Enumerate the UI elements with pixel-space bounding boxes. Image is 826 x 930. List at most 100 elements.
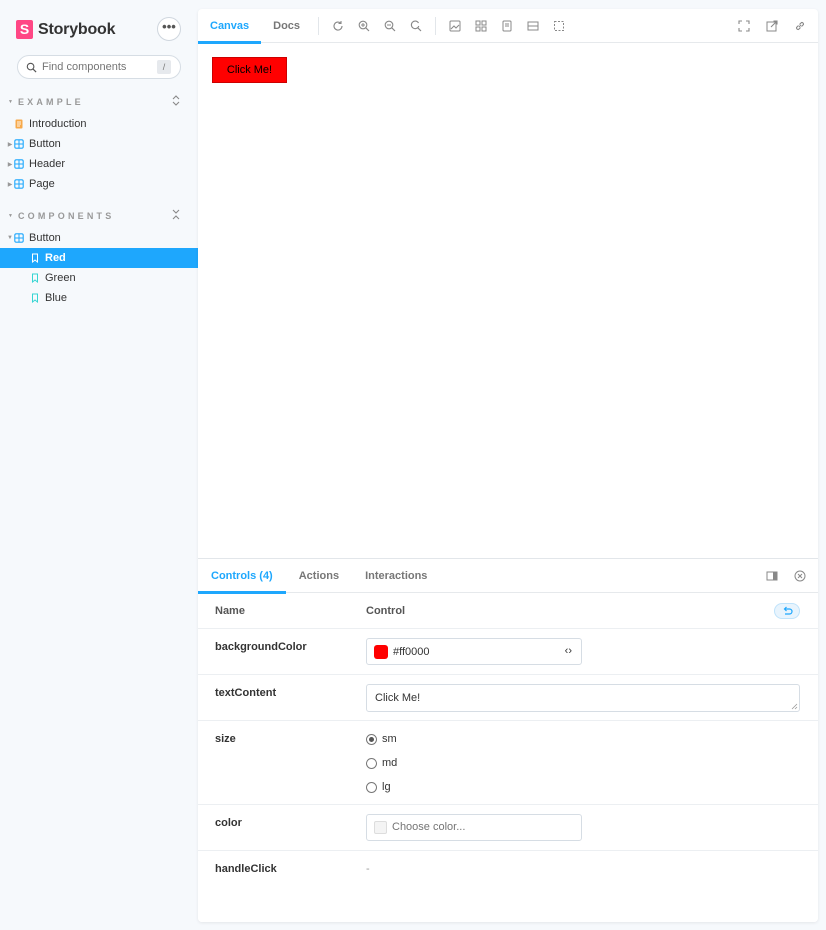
- menu-button[interactable]: •••: [157, 17, 181, 41]
- sidebar-item-blue[interactable]: Blue: [0, 288, 198, 308]
- tab-actions[interactable]: Actions: [286, 559, 352, 593]
- textarea-value: Click Me!: [375, 692, 421, 704]
- control-row-color: color: [198, 805, 818, 851]
- open-new-tab-icon[interactable]: [766, 20, 778, 32]
- toolbar: Canvas Docs: [198, 9, 818, 44]
- search-shortcut-badge: /: [157, 60, 171, 74]
- zoom-reset-icon[interactable]: [410, 20, 422, 32]
- color-value: #ff0000: [393, 646, 430, 658]
- tab-docs[interactable]: Docs: [261, 9, 312, 43]
- sidebar: S Storybook ••• / ▼ EXAMPLE Introduction…: [0, 0, 198, 930]
- sidebar-item-header[interactable]: ▶ Header: [0, 154, 198, 174]
- color-format-toggle-icon[interactable]: ‹›: [565, 645, 572, 657]
- control-row-background-color: backgroundColor #ff0000 ‹›: [198, 629, 818, 675]
- control-row-text-content: textContent Click Me!: [198, 675, 818, 721]
- sidebar-item-label: Button: [29, 138, 61, 150]
- column-header-name: Name: [215, 605, 245, 617]
- sidebar-item-green[interactable]: Green: [0, 268, 198, 288]
- viewport-icon[interactable]: [501, 20, 513, 32]
- color-picker-input[interactable]: [366, 814, 582, 841]
- close-icon[interactable]: [794, 570, 806, 582]
- control-name: backgroundColor: [215, 641, 307, 653]
- text-content-textarea[interactable]: Click Me!: [366, 684, 800, 712]
- empty-color-swatch[interactable]: [374, 821, 387, 834]
- search-box[interactable]: /: [17, 55, 181, 79]
- brand[interactable]: S Storybook: [16, 20, 116, 39]
- radio-button[interactable]: [366, 757, 377, 769]
- radio-size-lg[interactable]: lg: [366, 781, 391, 793]
- tab-controls[interactable]: Controls (4): [198, 559, 286, 594]
- storybook-logo-icon: S: [16, 20, 33, 39]
- control-row-size: size sm md lg: [198, 721, 818, 805]
- outline-icon[interactable]: [553, 20, 565, 32]
- sidebar-item-button[interactable]: ▶ Button: [0, 134, 198, 154]
- copy-link-icon[interactable]: [794, 20, 806, 32]
- zoom-out-icon[interactable]: [384, 20, 396, 32]
- sidebar-item-introduction[interactable]: Introduction: [0, 114, 198, 134]
- control-name: color: [215, 817, 242, 829]
- toolbar-right: [722, 20, 806, 32]
- sidebar-item-label: Blue: [45, 292, 68, 304]
- chevron-right-icon: ▶: [7, 141, 13, 148]
- section-title: EXAMPLE: [17, 97, 84, 107]
- zoom-in-icon[interactable]: [358, 20, 370, 32]
- color-text-input[interactable]: [392, 821, 572, 833]
- preview-click-me-button[interactable]: Click Me!: [212, 57, 287, 83]
- panel-tools: [750, 570, 806, 582]
- radio-button[interactable]: [366, 733, 377, 745]
- reset-controls-button[interactable]: [774, 603, 800, 619]
- sidebar-item-label: Header: [29, 158, 66, 170]
- panel-orientation-icon[interactable]: [766, 570, 778, 582]
- radio-size-md[interactable]: md: [366, 757, 397, 769]
- radio-button[interactable]: [366, 781, 377, 793]
- resize-handle-icon[interactable]: [791, 703, 798, 710]
- panel-tabs: Controls (4) Actions Interactions: [198, 559, 818, 594]
- color-swatch[interactable]: [374, 645, 388, 659]
- bookmark-icon: [32, 253, 38, 263]
- chevron-down-icon: ▼: [8, 99, 13, 105]
- grid-icon[interactable]: [475, 20, 487, 32]
- sidebar-item-label: Introduction: [29, 118, 87, 130]
- sidebar-item-label: Green: [45, 272, 76, 284]
- chevron-right-icon: ▶: [7, 161, 13, 168]
- search-input[interactable]: [42, 61, 152, 73]
- sidebar-item-label: Button: [29, 232, 61, 244]
- control-name: textContent: [215, 687, 277, 699]
- collapse-all-icon[interactable]: [172, 209, 180, 220]
- radio-size-sm[interactable]: sm: [366, 733, 397, 745]
- addon-panel: Controls (4) Actions Interactions Name C…: [198, 558, 818, 922]
- section-header-components[interactable]: ▼ COMPONENTS: [8, 209, 180, 223]
- tab-interactions[interactable]: Interactions: [352, 559, 440, 593]
- sidebar-item-red[interactable]: Red: [0, 248, 198, 268]
- main-panel: Canvas Docs Click Me! Controls (4) Actio…: [198, 9, 818, 922]
- component-icon: [14, 159, 24, 169]
- control-name: handleClick: [215, 863, 277, 875]
- sidebar-item-label: Page: [29, 178, 55, 190]
- chevron-down-icon: ▼: [8, 213, 13, 219]
- toolbar-divider: [318, 16, 320, 35]
- radio-label: sm: [382, 733, 397, 745]
- control-empty-value: -: [366, 863, 370, 875]
- undo-icon: [783, 606, 793, 615]
- background-color-input[interactable]: #ff0000 ‹›: [366, 638, 582, 665]
- sidebar-item-components-button[interactable]: ▼ Button: [0, 228, 198, 248]
- tab-canvas[interactable]: Canvas: [198, 9, 262, 44]
- sidebar-item-page[interactable]: ▶ Page: [0, 174, 198, 194]
- component-icon: [14, 179, 24, 189]
- radio-label: lg: [382, 781, 391, 793]
- measure-icon[interactable]: [527, 20, 539, 32]
- expand-all-icon[interactable]: [172, 95, 180, 106]
- reload-icon[interactable]: [332, 20, 344, 32]
- bookmark-icon: [32, 293, 38, 303]
- brand-name: Storybook: [38, 20, 116, 38]
- sidebar-item-label: Red: [45, 252, 66, 264]
- fullscreen-icon[interactable]: [738, 20, 750, 32]
- section-title: COMPONENTS: [17, 211, 115, 221]
- toolbar-divider: [435, 16, 437, 35]
- background-icon[interactable]: [449, 20, 461, 32]
- section-header-example[interactable]: ▼ EXAMPLE: [8, 95, 180, 109]
- control-row-handle-click: handleClick -: [198, 851, 818, 897]
- control-name: size: [215, 733, 236, 745]
- component-icon: [14, 233, 24, 243]
- controls-header-row: Name Control: [198, 594, 818, 629]
